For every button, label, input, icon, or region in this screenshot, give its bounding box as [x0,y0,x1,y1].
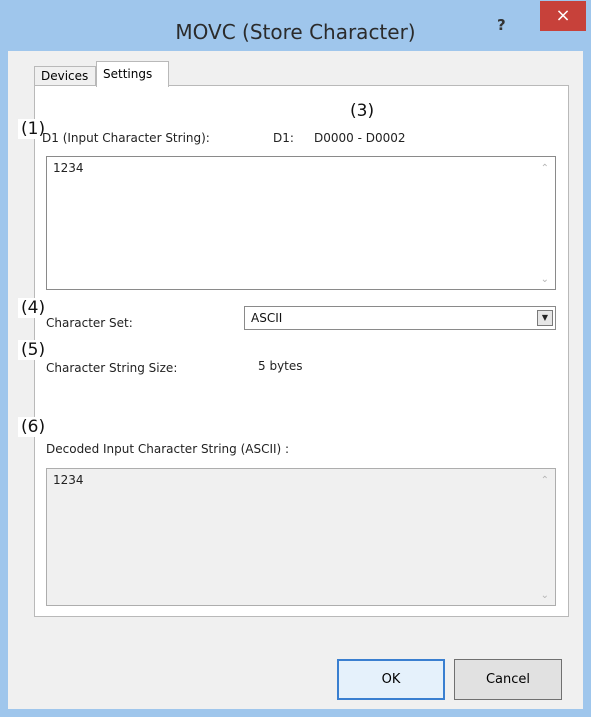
scroll-up-icon[interactable]: ⌃ [541,163,549,174]
input-string-field[interactable]: 1234 ⌃ ⌄ [46,156,556,290]
decoded-string-label: Decoded Input Character String (ASCII) : [46,442,290,456]
scroll-up-icon[interactable]: ⌃ [541,475,549,486]
decoded-string-value: 1234 [53,473,84,487]
ok-button[interactable]: OK [337,659,445,700]
string-size-label: Character String Size: [46,361,178,375]
scroll-down-icon[interactable]: ⌄ [541,590,549,601]
input-string-label: D1 (Input Character String): [42,131,210,145]
tab-settings[interactable]: Settings [96,61,169,87]
tab-devices[interactable]: Devices [34,66,96,86]
title-bar[interactable]: MOVC (Store Character) ? × [0,0,591,50]
string-size-value: 5 bytes [258,359,303,373]
dialog-window: MOVC (Store Character) ? × Devices Setti… [0,0,591,717]
annotation-3: (3) [347,101,378,121]
character-set-label: Character Set: [46,316,133,330]
device-prefix: D1: [273,131,294,145]
scroll-down-icon[interactable]: ⌄ [541,274,549,285]
device-range: D0000 - D0002 [314,131,406,145]
help-button[interactable]: ? [497,16,506,34]
close-button[interactable]: × [540,1,586,31]
annotation-5: (5) [18,340,49,360]
input-string-value: 1234 [53,161,84,175]
decoded-string-field: 1234 ⌃ ⌄ [46,468,556,606]
character-set-select[interactable]: ASCII ▼ [244,306,556,330]
annotation-4: (4) [18,298,49,318]
annotation-6: (6) [18,417,49,437]
character-set-value: ASCII [251,311,283,325]
chevron-down-icon[interactable]: ▼ [537,310,553,326]
cancel-button[interactable]: Cancel [454,659,562,700]
